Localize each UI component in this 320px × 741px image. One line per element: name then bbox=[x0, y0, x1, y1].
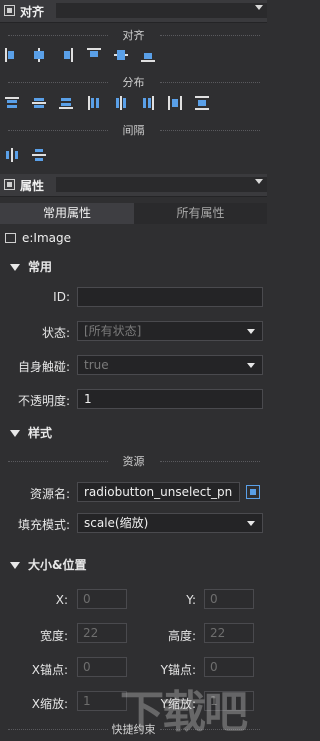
image-icon bbox=[5, 233, 16, 243]
width-field[interactable]: 22 bbox=[77, 623, 127, 643]
height-label: 高度: bbox=[167, 629, 196, 643]
align-left-icon[interactable] bbox=[5, 48, 19, 62]
collapse-icon bbox=[10, 264, 20, 271]
align-right-icon[interactable] bbox=[59, 48, 73, 62]
props-panel-icon bbox=[4, 179, 15, 190]
component-name: e:Image bbox=[22, 231, 72, 245]
opacity-field[interactable]: 1 bbox=[77, 389, 263, 409]
resource-field[interactable]: radiobutton_unselect_pn bbox=[77, 482, 240, 502]
tab-all-props[interactable]: 所有属性 bbox=[134, 203, 267, 224]
touch-value: true bbox=[84, 358, 109, 372]
distribute-right-icon[interactable] bbox=[141, 96, 155, 110]
distribute-horizontal-center-icon[interactable] bbox=[114, 96, 128, 110]
align-panel-bar bbox=[56, 3, 267, 18]
chevron-down-icon bbox=[247, 521, 255, 526]
x-field[interactable]: 0 bbox=[77, 589, 127, 609]
distribute-top-icon[interactable] bbox=[5, 96, 19, 110]
align-center-vertical-icon[interactable] bbox=[114, 48, 128, 62]
align-bottom-icon[interactable] bbox=[141, 48, 155, 62]
distribute-vertical-spacing-icon[interactable] bbox=[195, 96, 209, 110]
align-center-horizontal-icon[interactable] bbox=[32, 48, 46, 62]
y-field[interactable]: 0 bbox=[204, 589, 254, 609]
section-label-distribute: 分布 bbox=[122, 76, 145, 89]
width-label: 宽度: bbox=[39, 629, 68, 643]
align-panel-icon bbox=[4, 5, 15, 16]
chevron-down-icon bbox=[247, 329, 255, 334]
x-label: X: bbox=[55, 593, 68, 607]
section-size-position-label: 大小&位置 bbox=[28, 558, 87, 572]
distribute-horizontal-spacing-icon[interactable] bbox=[168, 96, 182, 110]
props-panel-header: 属性 bbox=[0, 174, 267, 197]
props-panel-bar bbox=[56, 177, 267, 192]
touch-label: 自身触碰: bbox=[17, 360, 70, 374]
distribute-vertical-center-icon[interactable] bbox=[32, 96, 46, 110]
fill-mode-value: scale(缩放) bbox=[84, 516, 149, 530]
resource-picker-icon[interactable] bbox=[246, 485, 260, 499]
align-panel-menu-icon[interactable] bbox=[255, 5, 263, 10]
align-top-icon[interactable] bbox=[87, 48, 101, 62]
tab-common-props[interactable]: 常用属性 bbox=[0, 203, 134, 224]
spacing-horizontal-icon[interactable] bbox=[5, 148, 19, 162]
anchor-y-field[interactable]: 0 bbox=[204, 657, 254, 677]
props-panel-title: 属性 bbox=[20, 179, 45, 193]
section-size-position[interactable]: 大小&位置 bbox=[10, 556, 86, 573]
props-panel-menu-icon[interactable] bbox=[255, 179, 263, 184]
anchor-x-label: X锚点: bbox=[31, 663, 68, 677]
spacing-vertical-icon[interactable] bbox=[32, 148, 46, 162]
section-label-align: 对齐 bbox=[122, 29, 145, 42]
touch-select[interactable]: true bbox=[77, 355, 263, 375]
distribute-left-icon[interactable] bbox=[87, 96, 101, 110]
opacity-label: 不透明度: bbox=[17, 394, 70, 408]
y-label: Y: bbox=[186, 593, 196, 607]
fill-mode-select[interactable]: scale(缩放) bbox=[77, 513, 263, 533]
section-common[interactable]: 常用 bbox=[10, 258, 52, 275]
scale-x-label: X缩放: bbox=[31, 697, 68, 711]
chevron-down-icon bbox=[247, 363, 255, 368]
id-field[interactable] bbox=[77, 287, 263, 307]
state-value: [所有状态] bbox=[84, 324, 142, 338]
align-panel-header: 对齐 bbox=[0, 0, 267, 23]
id-label: ID: bbox=[53, 290, 70, 304]
resource-subheader: 资源 bbox=[122, 455, 145, 468]
fill-mode-label: 填充模式: bbox=[17, 518, 70, 532]
resource-label: 资源名: bbox=[29, 487, 70, 501]
align-panel-title: 对齐 bbox=[20, 5, 45, 19]
collapse-icon bbox=[10, 430, 20, 437]
section-common-label: 常用 bbox=[28, 260, 53, 274]
watermark-logo: 下载吧 bbox=[120, 687, 248, 738]
state-select[interactable]: [所有状态] bbox=[77, 321, 263, 341]
height-field[interactable]: 22 bbox=[204, 623, 254, 643]
section-label-spacing: 间隔 bbox=[122, 124, 145, 137]
anchor-x-field[interactable]: 0 bbox=[77, 657, 127, 677]
distribute-bottom-icon[interactable] bbox=[59, 96, 73, 110]
section-style[interactable]: 样式 bbox=[10, 424, 52, 441]
collapse-icon bbox=[10, 562, 20, 569]
section-style-label: 样式 bbox=[28, 426, 53, 440]
state-label: 状态: bbox=[41, 326, 70, 340]
